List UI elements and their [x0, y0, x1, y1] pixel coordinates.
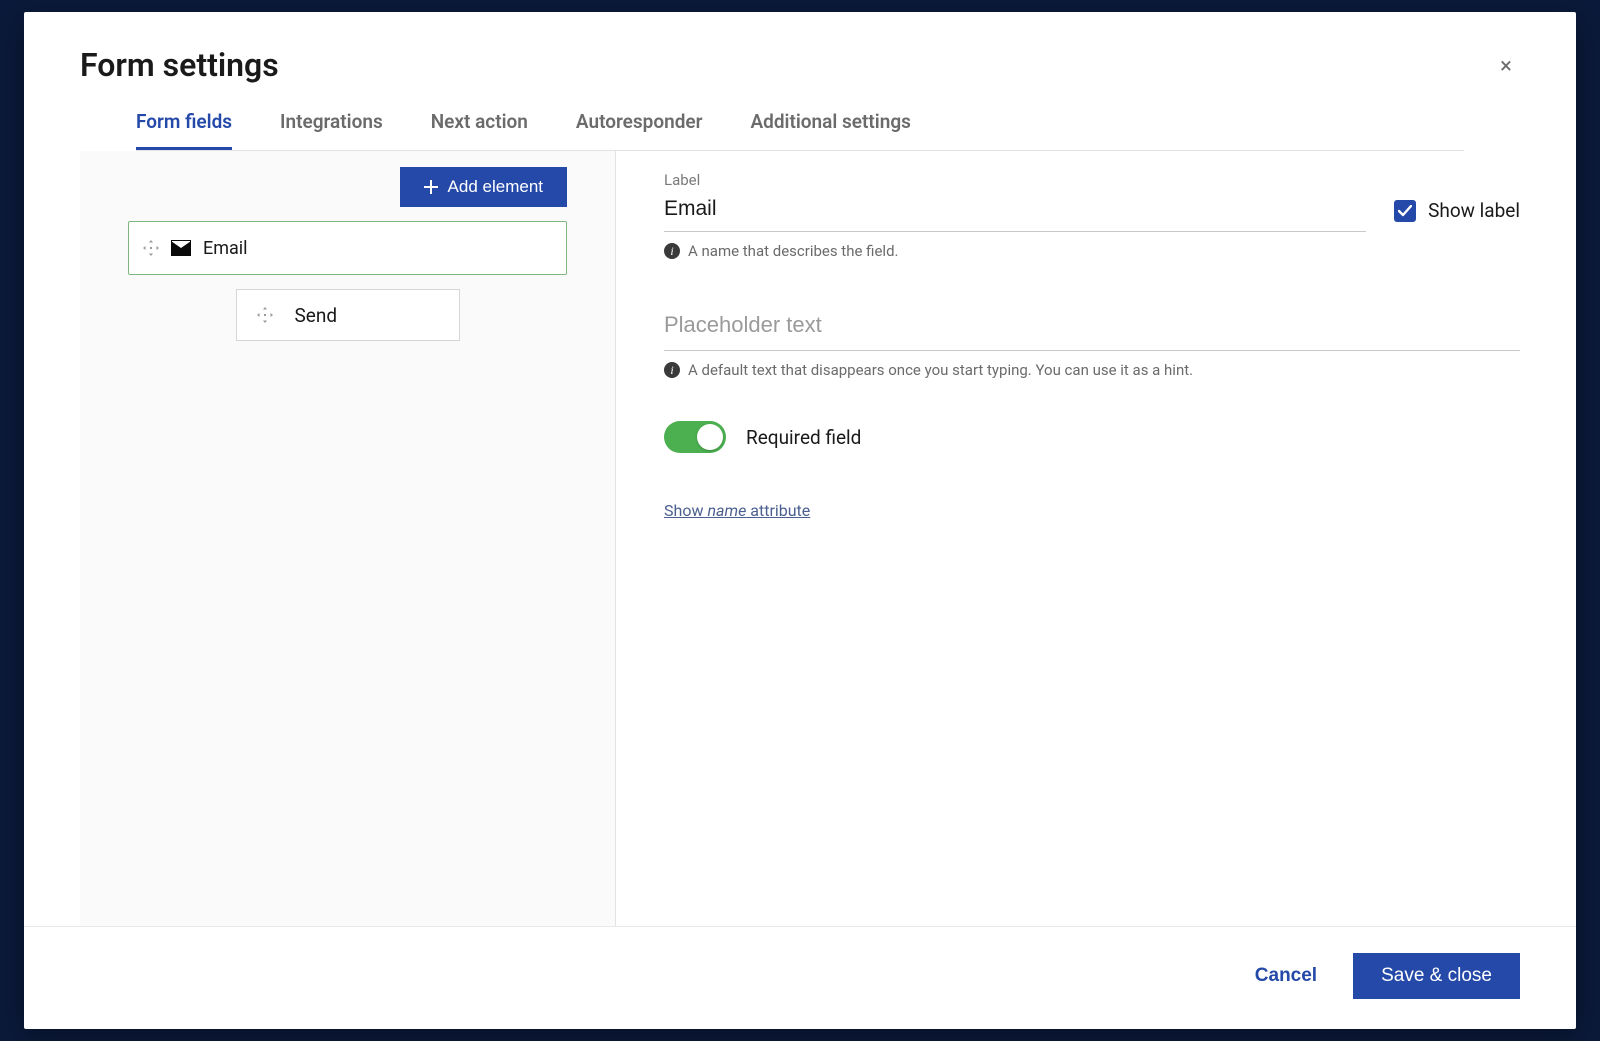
placeholder-hint: i A default text that disappears once yo… [664, 361, 1520, 379]
fields-list-panel: Add element Email [80, 151, 616, 926]
tab-additional-settings[interactable]: Additional settings [750, 110, 910, 150]
placeholder-hint-text: A default text that disappears once you … [688, 361, 1193, 379]
add-element-label: Add element [448, 177, 543, 197]
label-hint: i A name that describes the field. [664, 242, 1520, 260]
drag-handle-icon[interactable] [257, 307, 273, 323]
label-caption: Label [664, 171, 1366, 189]
field-item-label: Email [203, 238, 248, 259]
label-input[interactable] [664, 191, 1366, 232]
add-element-button[interactable]: Add element [400, 167, 567, 207]
cancel-button[interactable]: Cancel [1247, 955, 1325, 997]
placeholder-group: i A default text that disappears once yo… [664, 302, 1520, 379]
label-hint-text: A name that describes the field. [688, 242, 898, 260]
tab-integrations[interactable]: Integrations [280, 110, 383, 150]
required-row: Required field [664, 421, 1520, 453]
required-label: Required field [746, 426, 861, 449]
field-item-email[interactable]: Email [128, 221, 567, 275]
show-label-text: Show label [1428, 199, 1520, 222]
field-editor-panel: Label Show label i A name that [616, 151, 1520, 926]
label-group: Label Show label i A name that [664, 171, 1520, 260]
form-settings-modal: Form settings × Form fields Integrations… [24, 12, 1576, 1029]
modal-body: Add element Email [80, 151, 1520, 926]
plus-icon [424, 180, 438, 194]
modal-title: Form settings [80, 46, 1520, 84]
required-toggle[interactable] [664, 421, 726, 453]
info-icon: i [664, 243, 680, 259]
field-item-submit[interactable]: Send [236, 289, 460, 341]
name-link-prefix: Show [664, 501, 707, 520]
info-icon: i [664, 362, 680, 378]
submit-button-label: Send [295, 304, 338, 327]
close-icon: × [1500, 54, 1512, 79]
envelope-icon [171, 240, 191, 256]
save-close-button[interactable]: Save & close [1353, 953, 1520, 999]
placeholder-input[interactable] [664, 302, 1520, 351]
tabs: Form fields Integrations Next action Aut… [136, 84, 1464, 151]
modal-footer: Cancel Save & close [24, 926, 1576, 1029]
tab-next-action[interactable]: Next action [431, 110, 528, 150]
modal-header: Form settings × Form fields Integrations… [24, 12, 1576, 151]
name-link-italic: name [707, 501, 746, 520]
name-link-suffix: attribute [746, 501, 810, 520]
close-button[interactable]: × [1492, 52, 1520, 80]
tab-form-fields[interactable]: Form fields [136, 110, 232, 150]
checkbox-checked-icon [1394, 200, 1416, 222]
tab-autoresponder[interactable]: Autoresponder [576, 110, 703, 150]
toggle-knob [697, 424, 723, 450]
drag-handle-icon[interactable] [143, 240, 159, 256]
show-name-attribute-link[interactable]: Show name attribute [664, 501, 810, 520]
show-label-checkbox[interactable]: Show label [1394, 199, 1520, 222]
